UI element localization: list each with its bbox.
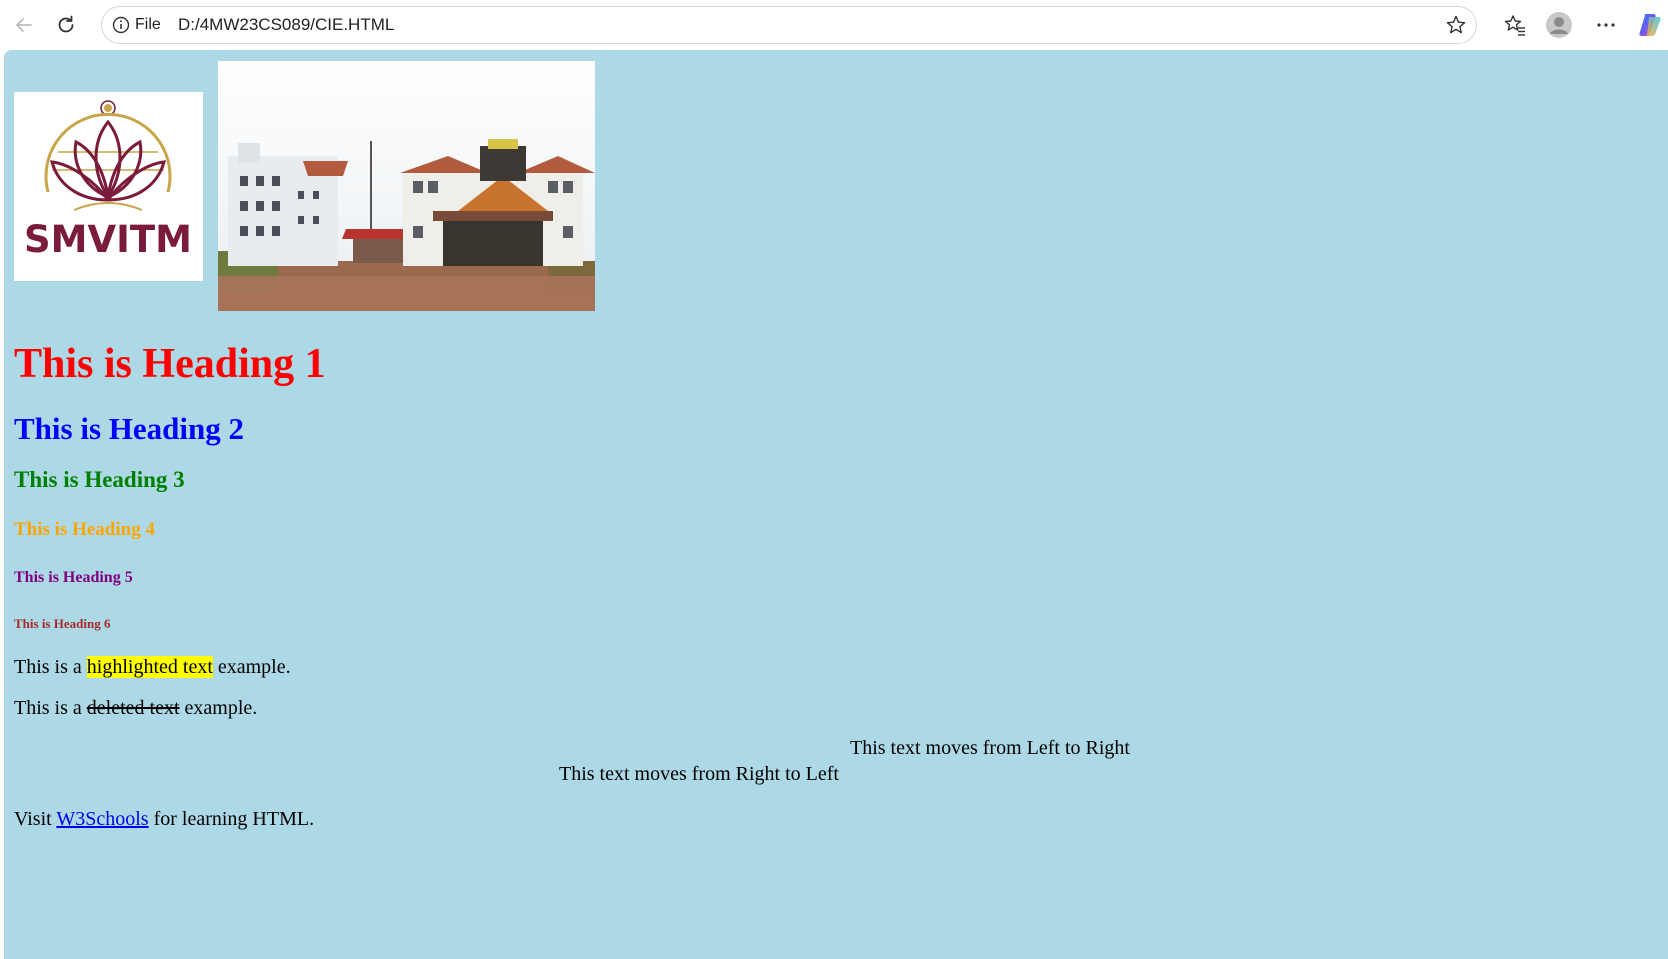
deleted-after-text: example. xyxy=(179,697,258,719)
heading-6: This is Heading 6 xyxy=(14,616,111,631)
back-arrow-icon xyxy=(16,18,32,32)
info-icon[interactable] xyxy=(112,16,130,34)
image-row: SMVITM xyxy=(14,50,814,311)
more-options-button[interactable] xyxy=(1590,9,1622,41)
highlight-before-text: This is a xyxy=(14,656,87,678)
profile-avatar-icon xyxy=(1546,12,1572,38)
address-bar[interactable]: File D:/4MW23CS089/CIE.HTML xyxy=(101,6,1477,44)
heading-3: This is Heading 3 xyxy=(14,467,185,492)
marquee-right-to-left: This text moves from Right to Left xyxy=(559,763,839,785)
logo-text: SMVITM xyxy=(24,218,192,261)
copilot-button[interactable] xyxy=(1634,9,1666,41)
more-dots-icon xyxy=(1597,23,1615,27)
deleted-paragraph: This is a deleted text example. xyxy=(14,697,257,720)
visit-paragraph: Visit W3Schools for learning HTML. xyxy=(14,808,314,831)
heading-4: This is Heading 4 xyxy=(14,519,155,540)
favorite-star-icon[interactable] xyxy=(1444,13,1468,37)
page-viewport: SMVITM This is Heading 1 This is Heading… xyxy=(4,50,1668,959)
campus-building-image xyxy=(218,61,595,311)
deleted-before-text: This is a xyxy=(14,697,87,719)
refresh-icon xyxy=(58,15,74,33)
heading-5: This is Heading 5 xyxy=(14,569,133,586)
visit-after-text: for learning HTML. xyxy=(148,808,315,830)
highlight-paragraph: This is a highlighted text example. xyxy=(14,656,291,679)
deleted-text: deleted text xyxy=(86,697,180,719)
profile-button[interactable] xyxy=(1543,9,1575,41)
favorites-list-icon xyxy=(1504,15,1525,36)
scheme-label: File xyxy=(135,16,161,33)
smvitm-logo-image: SMVITM xyxy=(14,92,203,281)
url-text[interactable]: D:/4MW23CS089/CIE.HTML xyxy=(178,15,394,35)
favorites-button[interactable] xyxy=(1499,9,1531,41)
marquee-left-to-right: This text moves from Left to Right xyxy=(850,737,1130,759)
highlighted-text: highlighted text xyxy=(86,656,213,678)
w3schools-link[interactable]: W3Schools xyxy=(56,808,148,830)
heading-1: This is Heading 1 xyxy=(14,341,326,387)
visit-before-text: Visit xyxy=(14,808,57,830)
heading-2: This is Heading 2 xyxy=(14,411,244,446)
refresh-button[interactable] xyxy=(50,9,82,41)
highlight-after-text: example. xyxy=(212,656,291,678)
back-button[interactable] xyxy=(8,9,40,41)
copilot-icon xyxy=(1639,14,1661,36)
browser-toolbar: File D:/4MW23CS089/CIE.HTML xyxy=(0,0,1668,50)
